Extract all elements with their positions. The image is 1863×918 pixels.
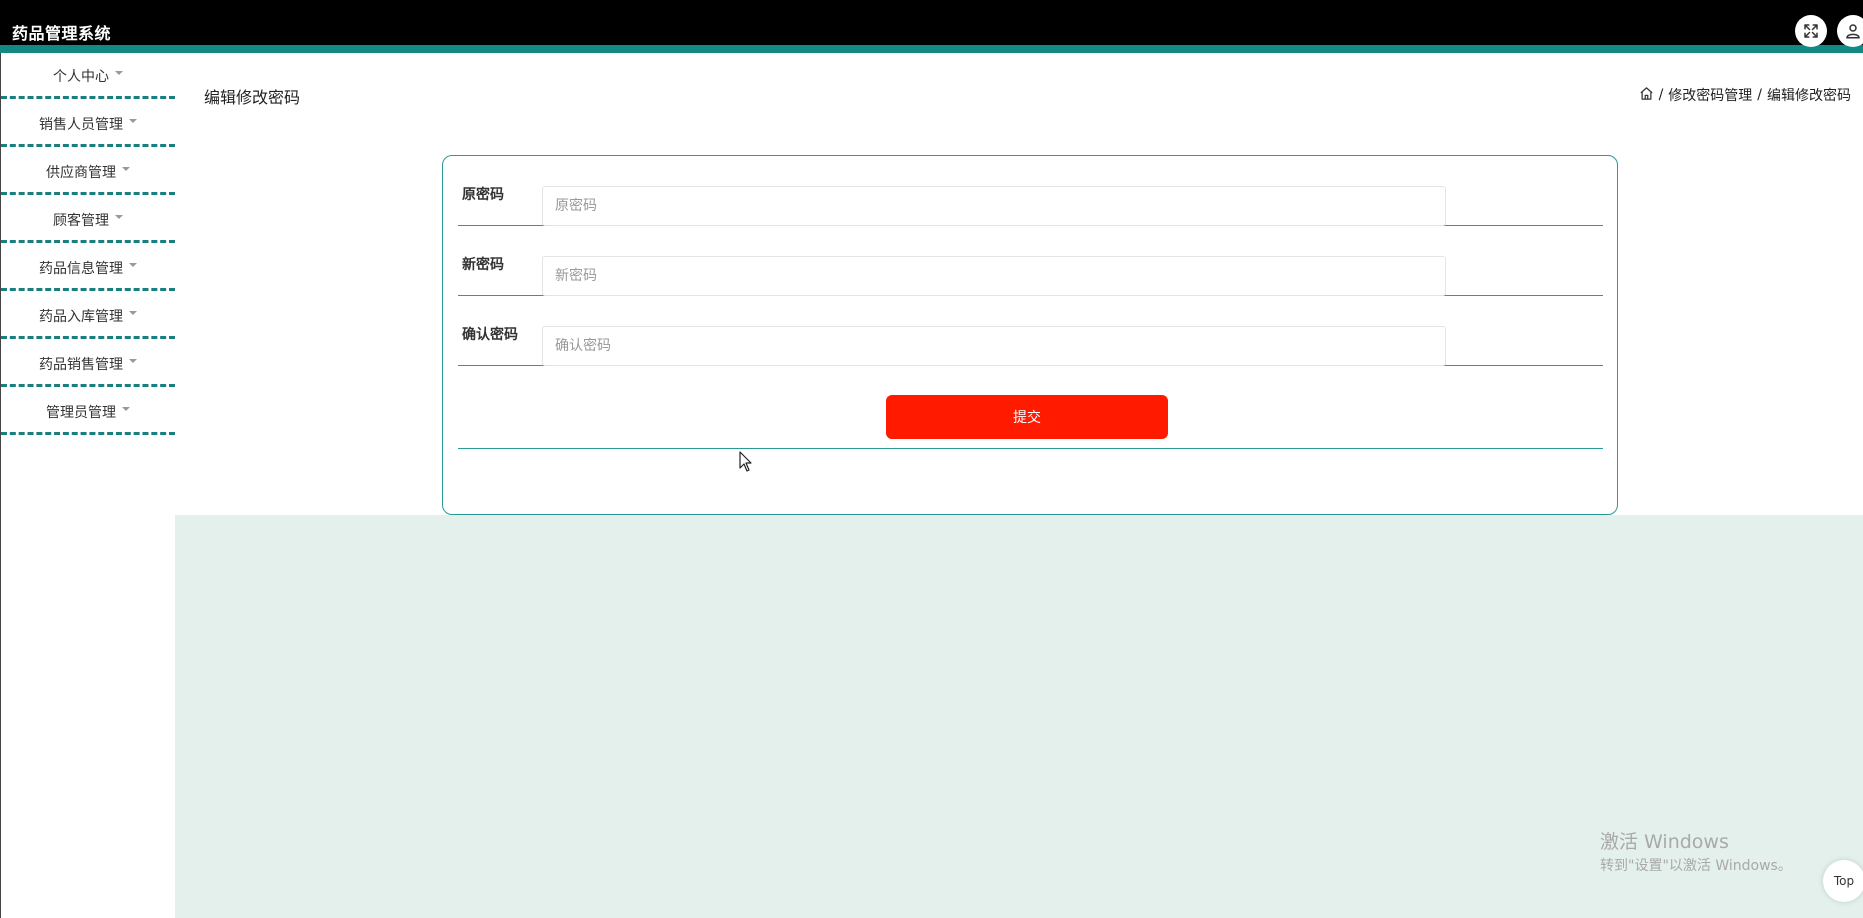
breadcrumb-separator: / [1658,87,1664,103]
submit-button[interactable]: 提交 [886,395,1168,439]
home-icon[interactable] [1639,86,1654,105]
form-row-confirm-password: 确认密码 [458,296,1603,366]
mouse-cursor-icon [739,451,753,477]
windows-activation-subtext: 转到"设置"以激活 Windows。 [1600,858,1792,874]
sidebar-item-label: 供应商管理 [46,164,116,181]
sidebar-item-sales-staff[interactable]: 销售人员管理 [1,101,175,147]
breadcrumb-item-current: 编辑修改密码 [1767,88,1851,104]
confirm-password-label: 确认密码 [462,327,518,343]
back-to-top-button[interactable]: Top [1823,860,1863,902]
sidebar-item-suppliers[interactable]: 供应商管理 [1,149,175,195]
new-password-label: 新密码 [462,257,504,273]
caret-down-icon [129,358,137,363]
old-password-input[interactable] [542,186,1446,226]
sidebar-item-label: 药品入库管理 [39,308,123,325]
sidebar-item-label: 顾客管理 [53,212,109,229]
sidebar-item-label: 药品信息管理 [39,260,123,277]
caret-down-icon [129,118,137,123]
caret-down-icon [129,310,137,315]
password-form: 原密码 新密码 确认密码 提交 [442,155,1618,515]
windows-activation-watermark: 激活 Windows [1600,831,1729,853]
sidebar-item-label: 管理员管理 [46,404,116,421]
page-title: 编辑修改密码 [204,88,301,107]
sidebar-item-label: 个人中心 [53,68,109,85]
breadcrumb: / 修改密码管理 / 编辑修改密码 [1639,85,1851,105]
breadcrumb-item[interactable]: 修改密码管理 [1668,85,1752,105]
sidebar-item-drug-stock-in[interactable]: 药品入库管理 [1,293,175,339]
sidebar-item-drug-info[interactable]: 药品信息管理 [1,245,175,291]
sidebar-item-label: 药品销售管理 [39,356,123,373]
caret-down-icon [115,70,123,75]
form-row-old-password: 原密码 [458,156,1603,226]
sidebar-item-drug-sales[interactable]: 药品销售管理 [1,341,175,387]
form-divider [458,448,1603,449]
sidebar-item-personal-center[interactable]: 个人中心 [1,53,175,99]
app-title: 药品管理系统 [12,24,112,43]
fullscreen-icon[interactable] [1795,15,1827,47]
caret-down-icon [122,166,130,171]
user-icon[interactable] [1837,15,1863,47]
sidebar-item-customers[interactable]: 顾客管理 [1,197,175,243]
breadcrumb-separator: / [1757,87,1762,103]
caret-down-icon [129,262,137,267]
form-row-new-password: 新密码 [458,226,1603,296]
top-bar: 药品管理系统 [0,0,1863,53]
caret-down-icon [115,214,123,219]
sidebar-item-admins[interactable]: 管理员管理 [1,389,175,435]
sidebar: 个人中心 销售人员管理 供应商管理 顾客管理 药品信息管理 药品入库管理 药品销… [0,53,175,918]
sidebar-item-label: 销售人员管理 [39,116,123,133]
old-password-label: 原密码 [462,187,504,203]
confirm-password-input[interactable] [542,326,1446,366]
new-password-input[interactable] [542,256,1446,296]
caret-down-icon [122,406,130,411]
